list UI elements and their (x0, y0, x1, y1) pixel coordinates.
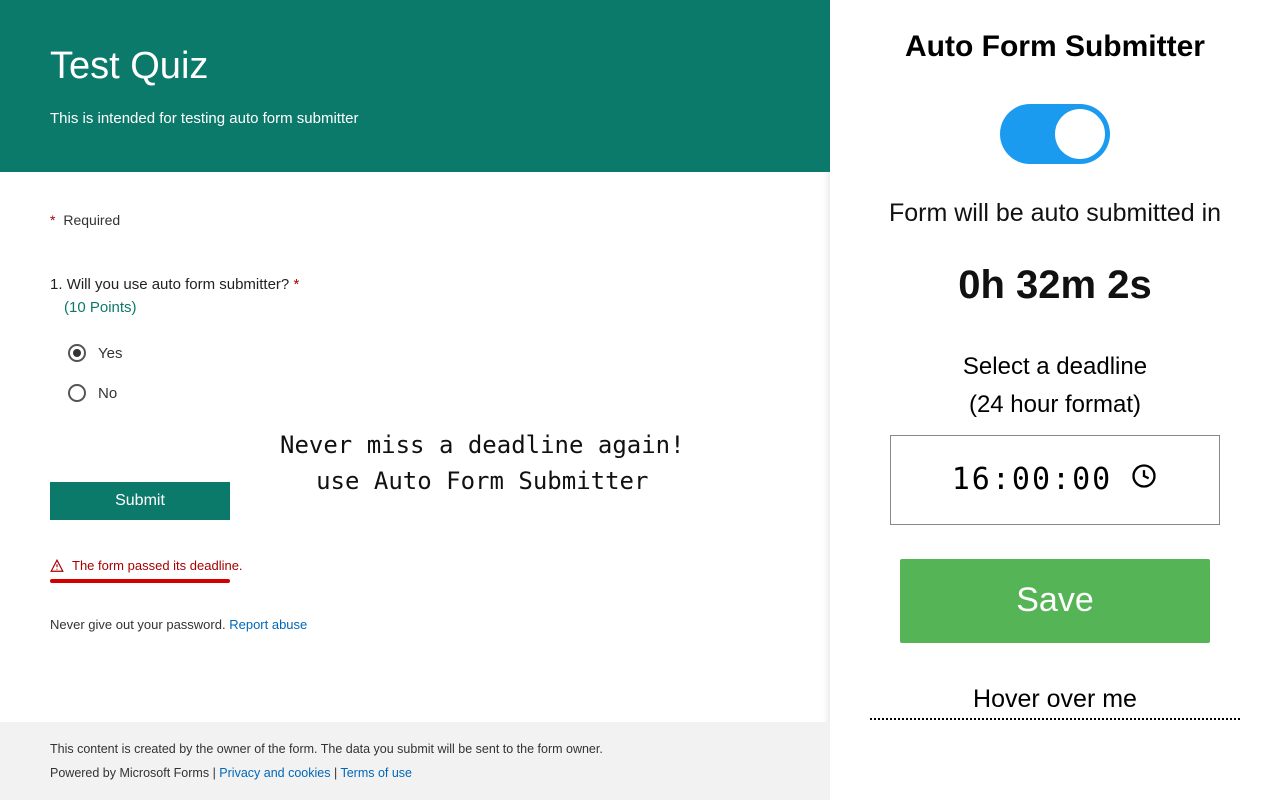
hover-hint[interactable]: Hover over me (870, 685, 1240, 720)
promo-line2: use Auto Form Submitter (280, 463, 685, 499)
radio-option-no[interactable]: No (50, 384, 780, 402)
error-message: The form passed its deadline. (50, 558, 780, 573)
form-body: * Required 1. Will you use auto form sub… (0, 172, 830, 722)
footer-powered-row: Powered by Microsoft Forms | Privacy and… (50, 766, 780, 780)
question-required-star: * (293, 276, 299, 293)
form-panel: Test Quiz This is intended for testing a… (0, 0, 830, 800)
time-value: 16:00:00 (952, 462, 1113, 497)
question-text-row: 1. Will you use auto form submitter? * (50, 276, 780, 293)
save-button[interactable]: Save (900, 559, 1210, 643)
footer-powered: Powered by Microsoft Forms (50, 766, 209, 780)
footer-disclaimer: This content is created by the owner of … (50, 742, 780, 756)
password-warning: Never give out your password. Report abu… (50, 617, 780, 632)
required-star: * (50, 212, 55, 228)
panel-title: Auto Form Submitter (905, 30, 1205, 64)
warning-icon (50, 559, 64, 573)
promo-text: Never miss a deadline again! use Auto Fo… (280, 427, 685, 499)
promo-line1: Never miss a deadline again! (280, 427, 685, 463)
toggle-knob (1055, 109, 1105, 159)
footer: This content is created by the owner of … (0, 722, 830, 800)
time-input[interactable]: 16:00:00 (890, 435, 1220, 525)
deadline-label-block: Select a deadline (24 hour format) (963, 348, 1147, 425)
terms-link[interactable]: Terms of use (340, 766, 412, 780)
radio-group: Yes No (50, 344, 780, 402)
question-text: Will you use auto form submitter? (67, 276, 290, 293)
error-underline (50, 579, 230, 583)
radio-icon (68, 384, 86, 402)
error-text: The form passed its deadline. (72, 558, 243, 573)
deadline-label: Select a deadline (963, 348, 1147, 386)
report-abuse-link[interactable]: Report abuse (229, 617, 307, 632)
required-label: * Required (50, 212, 780, 228)
privacy-link[interactable]: Privacy and cookies (219, 766, 330, 780)
extension-panel: Auto Form Submitter Form will be auto su… (830, 0, 1280, 800)
enable-toggle[interactable] (1000, 104, 1110, 164)
radio-label: Yes (98, 345, 122, 362)
radio-label: No (98, 385, 117, 402)
form-header: Test Quiz This is intended for testing a… (0, 0, 830, 172)
password-warning-text: Never give out your password. (50, 617, 226, 632)
required-text: Required (63, 212, 120, 228)
form-title: Test Quiz (50, 45, 780, 88)
question-points: (10 Points) (64, 299, 780, 316)
deadline-format: (24 hour format) (963, 386, 1147, 424)
submit-button[interactable]: Submit (50, 482, 230, 520)
form-description: This is intended for testing auto form s… (50, 110, 780, 127)
radio-icon (68, 344, 86, 362)
countdown-timer: 0h 32m 2s (958, 263, 1151, 308)
auto-submit-message: Form will be auto submitted in (889, 199, 1221, 228)
clock-icon[interactable] (1130, 462, 1158, 498)
question-number: 1. (50, 276, 63, 293)
radio-option-yes[interactable]: Yes (50, 344, 780, 362)
